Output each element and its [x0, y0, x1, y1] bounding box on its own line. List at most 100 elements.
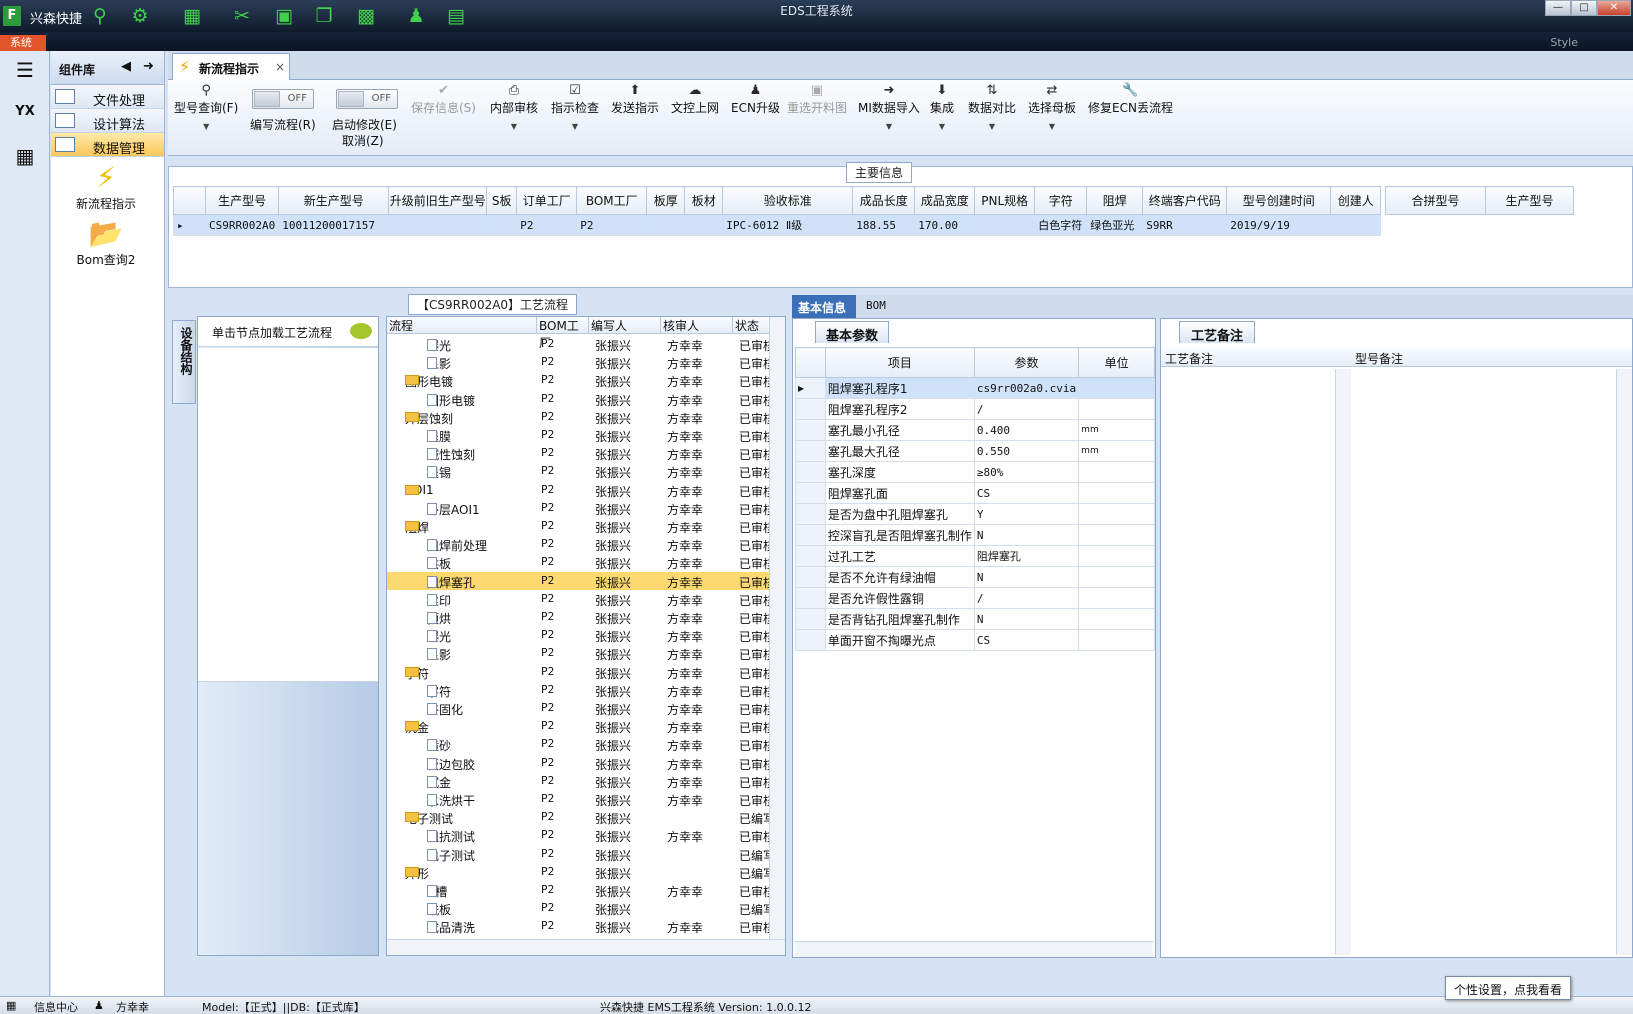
column-header[interactable]: 编写人: [589, 317, 661, 334]
integrate-button[interactable]: ⬇ 集成 ▼: [930, 83, 954, 131]
column-header[interactable]: S板: [486, 186, 518, 215]
tree-row[interactable]: 丝印 P2 张振兴 方幸幸 已审核: [387, 590, 775, 608]
collapse-left-icon[interactable]: ◀: [121, 59, 131, 74]
tree-row[interactable]: −字符P2张振兴方幸幸已审核: [387, 663, 775, 681]
tab-bom[interactable]: BOM: [866, 299, 886, 312]
tree-row[interactable]: −沉金P2张振兴方幸幸已审核: [387, 717, 775, 735]
table-row[interactable]: 阻焊塞孔面 CS: [795, 482, 1155, 504]
table-cell[interactable]: 2019/9/19: [1226, 214, 1332, 236]
tree-row[interactable]: 图形电镀 P2 张振兴 方幸幸 已审核: [387, 390, 775, 408]
table-cell[interactable]: 10011200017157: [278, 214, 390, 236]
edit-flow-toggle[interactable]: OFF: [252, 89, 314, 109]
node-list[interactable]: [198, 348, 378, 682]
factory-icon[interactable]: YX: [8, 95, 42, 129]
maximize-button[interactable]: □: [1571, 0, 1597, 16]
model-query-button[interactable]: ⚲ 型号查询(F) ▼: [174, 83, 238, 131]
table-row[interactable]: ▸ CS9RR002A0 10011200017157 P2 P2 IPC-6012 Ⅱ级…: [173, 214, 1382, 236]
close-button[interactable]: ✕: [1597, 0, 1631, 16]
ecn-upgrade-button[interactable]: ♟ ECN升级: [731, 83, 780, 116]
close-tab-icon[interactable]: ×: [275, 60, 285, 74]
table-row[interactable]: 是否不允许有绿油帽 N: [795, 566, 1155, 588]
modify-ecn-button[interactable]: 🔧 修复ECN丢流程: [1088, 83, 1173, 116]
process-note-textarea[interactable]: [1161, 369, 1351, 955]
tab-basic-info[interactable]: 基本信息: [792, 295, 856, 318]
tree-row[interactable]: 成品清洗 P2 张振兴 方幸幸 已审核: [387, 917, 775, 935]
subtab-basic-params[interactable]: 基本参数: [815, 321, 889, 344]
column-header[interactable]: BOM工厂: [537, 317, 589, 350]
chevron-down-icon[interactable]: ▼: [858, 122, 920, 131]
tree-row[interactable]: 烘板 P2 张振兴 方幸幸 已审核: [387, 553, 775, 571]
doc-upload-button[interactable]: ☁ 文控上网: [671, 83, 719, 116]
vertical-scrollbar[interactable]: [1616, 369, 1632, 955]
save-info-button[interactable]: ✔ 保存信息(S): [411, 83, 476, 116]
horizontal-scrollbar[interactable]: [387, 939, 785, 955]
table-row[interactable]: 塞孔最大孔径 0.550 mm: [795, 440, 1155, 462]
personalize-popup[interactable]: 个性设置，点我看看: [1445, 976, 1571, 1000]
param-value[interactable]: N: [973, 524, 1080, 546]
reselect-drawing-button[interactable]: ▣ 重选开料图: [787, 83, 847, 116]
column-header[interactable]: 成品长度: [852, 186, 916, 215]
column-header[interactable]: BOM工厂: [576, 186, 648, 215]
tree-row[interactable]: 阻焊塞孔 P2 张振兴 方幸幸 已审核: [387, 571, 775, 590]
table-row[interactable]: 控深盲孔是否阻焊塞孔制作 N: [795, 524, 1155, 546]
tree-row[interactable]: 阻抗测试 P2 张振兴 方幸幸 已审核: [387, 826, 775, 844]
param-value[interactable]: 0.400: [973, 419, 1080, 441]
table-cell[interactable]: [1330, 214, 1382, 236]
table-row[interactable]: 是否背钻孔阻焊塞孔制作 N: [795, 608, 1155, 630]
component-item-design[interactable]: 设计算法: [51, 109, 164, 133]
grid-icon[interactable]: ▦: [6, 999, 16, 1012]
column-header[interactable]: 成品宽度: [914, 186, 976, 215]
column-header[interactable]: 创建人: [1330, 186, 1382, 215]
tree-row[interactable]: 喷砂 P2 张振兴 方幸幸 已审核: [387, 735, 775, 753]
param-value[interactable]: N: [973, 608, 1080, 630]
tree-row[interactable]: 退锡 P2 张振兴 方幸幸 已审核: [387, 462, 775, 480]
column-header[interactable]: 终端客户代码: [1142, 186, 1228, 215]
table-cell[interactable]: [974, 214, 1036, 236]
tree-row[interactable]: −AOI1P2张振兴方幸幸已审核: [387, 481, 775, 499]
info-center-link[interactable]: 信息中心: [34, 999, 78, 1014]
table-row[interactable]: 是否允许假性露铜 /: [795, 587, 1155, 609]
column-header[interactable]: 阻焊: [1086, 186, 1144, 215]
subtab-process-notes[interactable]: 工艺备注: [1179, 321, 1255, 344]
tree-row[interactable]: V槽 P2 张振兴 方幸幸 已审核: [387, 881, 775, 899]
cancel-button[interactable]: 取消(Z): [342, 132, 384, 149]
table-cell[interactable]: [388, 214, 488, 236]
column-header[interactable]: 升级前旧生产型号: [388, 186, 488, 215]
tree-row[interactable]: 沉金 P2 张振兴 方幸幸 已审核: [387, 772, 775, 790]
vertical-scrollbar[interactable]: [1335, 369, 1351, 955]
tree-row[interactable]: 显影 P2 张振兴 方幸幸 已审核: [387, 644, 775, 662]
select-master-button[interactable]: ⇄ 选择母板 ▼: [1028, 83, 1076, 131]
column-header[interactable]: 验收标准: [722, 186, 854, 215]
column-header[interactable]: 流程: [387, 317, 537, 334]
column-header[interactable]: 新生产型号: [278, 186, 390, 215]
column-header[interactable]: 状态: [733, 317, 771, 334]
param-value[interactable]: cs9rr002a0.cvia: [973, 377, 1080, 399]
table-cell[interactable]: P2: [576, 214, 648, 236]
calculator-icon[interactable]: ▦: [8, 139, 42, 173]
param-value[interactable]: /: [973, 398, 1080, 420]
table-row[interactable]: 塞孔深度 ≥80%: [795, 461, 1155, 483]
tree-row[interactable]: 电子测试 P2 张振兴 已编写: [387, 845, 775, 863]
column-header[interactable]: 项目: [824, 347, 975, 378]
internal-review-button[interactable]: ⎙ 内部审核 ▼: [490, 83, 538, 131]
chevron-down-icon[interactable]: ▼: [174, 122, 238, 131]
column-header[interactable]: 单位: [1078, 347, 1155, 378]
column-header[interactable]: 字符: [1034, 186, 1088, 215]
tree-row[interactable]: 曝光 P2 张振兴 方幸幸 已审核: [387, 335, 775, 353]
param-value[interactable]: 0.550: [973, 440, 1080, 462]
instruction-check-button[interactable]: ☑ 指示检查 ▼: [551, 83, 599, 131]
tree-row[interactable]: 铣板 P2 张振兴 已编写: [387, 899, 775, 917]
table-cell[interactable]: S9RR: [1142, 214, 1228, 236]
column-header[interactable]: PNL规格: [974, 186, 1036, 215]
menu-icon[interactable]: ☰: [8, 53, 42, 87]
param-value[interactable]: Y: [973, 503, 1080, 525]
column-header[interactable]: 订单工厂: [516, 186, 578, 215]
tree-row[interactable]: −图形电镀P2张振兴方幸幸已审核: [387, 371, 775, 389]
tree-row[interactable]: 外层AOI1 P2 张振兴 方幸幸 已审核: [387, 499, 775, 517]
tree-row[interactable]: 终固化 P2 张振兴 方幸幸 已审核: [387, 699, 775, 717]
tree-row[interactable]: 显影 P2 张振兴 方幸幸 已审核: [387, 353, 775, 371]
system-menu[interactable]: 系统: [0, 35, 46, 51]
table-cell[interactable]: 白色字符: [1034, 214, 1088, 236]
side-tab-equipment[interactable]: 设备结构: [172, 320, 196, 404]
tile-new-flow[interactable]: ⚡ 新流程指示: [51, 161, 161, 212]
